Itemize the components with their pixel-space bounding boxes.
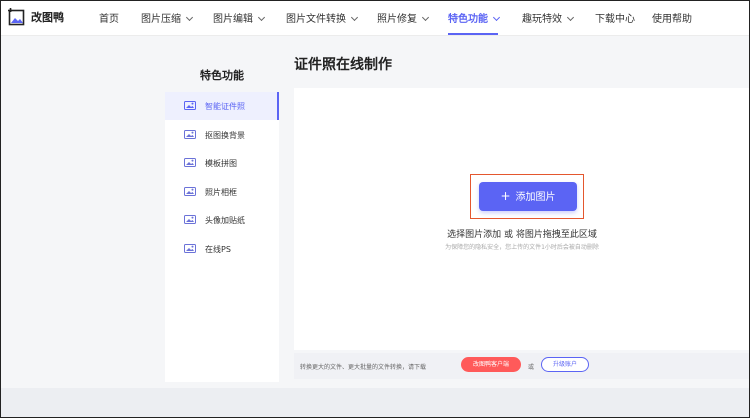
add-image-label: 添加图片 (515, 192, 556, 203)
nav-item-label: 照片修复 (377, 14, 417, 25)
sidebar-item-label: 照片相框 (205, 187, 237, 197)
sidebar-item-label: 在线PS (205, 244, 231, 254)
or-text: 或 (528, 364, 535, 371)
avatar-sticker-icon (184, 215, 196, 224)
sidebar-item-2[interactable]: 模板拼图 (165, 149, 279, 177)
plus-icon: + (500, 189, 511, 203)
cutout-icon (184, 129, 196, 139)
brand-name[interactable]: 改图鸭 (31, 9, 64, 25)
photo-frame-icon (184, 186, 196, 196)
sidebar-item-label: 头像加贴纸 (205, 216, 245, 225)
sidebar-item-0[interactable]: 智能证件照 (165, 92, 279, 120)
nav-active-underline (448, 33, 498, 35)
sidebar-item-4[interactable]: 头像加贴纸 (165, 206, 279, 234)
add-image-button[interactable]: + 添加图片 (479, 182, 577, 211)
chevron-down-icon (492, 13, 501, 22)
footer-strip (1, 388, 749, 417)
nav-item-label: 图片压缩 (141, 14, 181, 25)
online-ps-icon (184, 243, 196, 253)
nav-item-7[interactable]: 下载中心 (595, 10, 635, 25)
chevron-down-icon (185, 13, 194, 22)
template-collage-icon (184, 158, 196, 167)
nav-item-4[interactable]: 照片修复 (377, 10, 430, 25)
nav-item-label: 下载中心 (595, 14, 635, 25)
sidebar-item-label: 抠图换背景 (205, 130, 245, 140)
sidebar-item-5[interactable]: 在线PS (165, 235, 279, 263)
nav-item-label: 图片编辑 (213, 14, 253, 25)
download-client-button[interactable]: 改图鸭客户端 (461, 357, 521, 372)
chevron-down-icon (566, 13, 575, 22)
upload-drop-zone[interactable] (294, 88, 750, 350)
download-prompt-text: 转换更大的文件、更大批量的文件转换，请下载 (300, 364, 427, 371)
drop-hint: 选择图片添加 或 将图片拖拽至此区域 (447, 230, 597, 240)
nav-item-0[interactable]: 首页 (99, 10, 119, 25)
nav-item-label: 特色功能 (448, 14, 488, 25)
nav-item-3[interactable]: 图片文件转换 (286, 10, 359, 25)
sidebar-item-1[interactable]: 抠图换背景 (165, 121, 279, 149)
nav-item-1[interactable]: 图片压缩 (141, 10, 194, 25)
sidebar-item-3[interactable]: 照片相框 (165, 178, 279, 206)
sidebar: 智能证件照抠图换背景模板拼图照片相框头像加贴纸在线PS (165, 92, 279, 382)
nav-item-6[interactable]: 趣玩特效 (522, 10, 575, 25)
nav-item-8[interactable]: 使用帮助 (652, 10, 692, 25)
sidebar-title: 特色功能 (200, 69, 244, 82)
sidebar-item-label: 模板拼图 (205, 159, 237, 168)
chevron-down-icon (350, 13, 359, 22)
sidebar-item-label: 智能证件照 (205, 102, 245, 111)
nav-item-label: 趣玩特效 (522, 14, 562, 25)
nav-item-label: 首页 (99, 14, 119, 25)
privacy-note: 为保障您的隐私安全，您上传的文件1小时后会被自动删除 (445, 244, 599, 251)
chevron-down-icon (421, 13, 430, 22)
nav-item-label: 图片文件转换 (286, 14, 346, 25)
logo-icon[interactable] (8, 8, 26, 26)
nav-item-2[interactable]: 图片编辑 (213, 10, 266, 25)
page-title: 证件照在线制作 (294, 57, 392, 73)
nav-item-5[interactable]: 特色功能 (448, 10, 501, 25)
upgrade-account-button[interactable]: 升级账户 (541, 357, 589, 372)
nav-item-label: 使用帮助 (652, 14, 692, 25)
id-photo-icon (184, 101, 196, 110)
chevron-down-icon (257, 13, 266, 22)
